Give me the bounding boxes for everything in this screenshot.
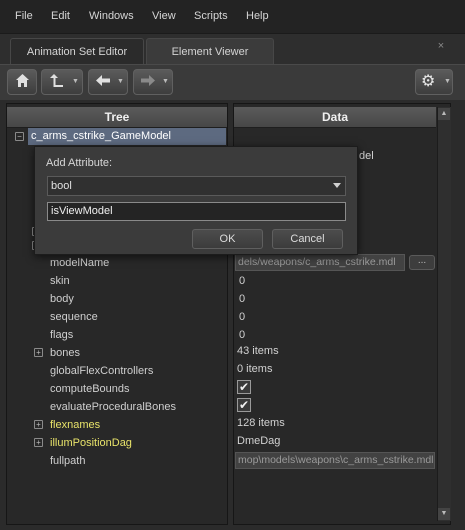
chevron-down-icon: ▼ <box>162 78 169 85</box>
cancel-button[interactable]: Cancel <box>272 229 343 249</box>
close-icon[interactable]: × <box>435 40 447 52</box>
up-button[interactable]: ▼ <box>41 69 83 95</box>
scrollbar[interactable] <box>437 107 451 521</box>
attribute-name-input[interactable]: isViewModel <box>47 202 346 221</box>
expand-icon[interactable]: + <box>34 348 43 357</box>
tree-row-modelname[interactable]: modelName <box>50 255 109 271</box>
tree-row-evaluateproceduralbones[interactable]: evaluateProceduralBones <box>50 399 176 415</box>
menu-windows[interactable]: Windows <box>89 10 134 22</box>
data-partial-value: del <box>359 150 374 162</box>
menu-bar: File Edit Windows View Scripts Help <box>0 0 465 34</box>
tree-row-body[interactable]: body <box>50 291 74 307</box>
flexnames-value: 128 items <box>237 417 285 429</box>
scroll-up-icon[interactable]: ▲ <box>438 108 450 120</box>
menu-edit[interactable]: Edit <box>51 10 70 22</box>
menu-scripts[interactable]: Scripts <box>194 10 228 22</box>
chevron-down-icon: ▼ <box>444 78 451 85</box>
dialog-title: Add Attribute: <box>46 157 113 169</box>
settings-button[interactable]: ⚙ ▼ <box>415 69 453 95</box>
menu-help[interactable]: Help <box>246 10 269 22</box>
menu-file[interactable]: File <box>15 10 33 22</box>
model-name-field[interactable]: dels/weapons/c_arms_cstrike.mdl <box>235 254 405 271</box>
compute-bounds-checkbox[interactable]: ✔ <box>237 380 251 394</box>
home-button[interactable] <box>7 69 37 95</box>
tab-animation-set-editor[interactable]: Animation Set Editor <box>10 38 144 65</box>
tab-element-viewer[interactable]: Element Viewer <box>146 38 274 65</box>
forward-arrow-icon <box>140 73 156 92</box>
tree-row-sequence[interactable]: sequence <box>50 309 98 325</box>
chevron-down-icon: ▼ <box>72 78 79 85</box>
tree-row-bones[interactable]: bones <box>50 345 80 361</box>
tree-row-skin[interactable]: skin <box>50 273 70 289</box>
tree-header[interactable]: Tree <box>7 107 227 128</box>
gear-icon: ⚙ <box>421 73 436 90</box>
tree-row-globalflexcontrollers[interactable]: globalFlexControllers <box>50 363 153 379</box>
body-value[interactable]: 0 <box>239 291 245 307</box>
illum-position-dag-value[interactable]: DmeDag <box>237 433 280 449</box>
evaluate-procedural-bones-checkbox[interactable]: ✔ <box>237 398 251 412</box>
collapse-icon[interactable]: − <box>15 132 24 141</box>
global-flex-controllers-value: 0 items <box>237 363 273 375</box>
expand-icon[interactable]: + <box>34 438 43 447</box>
tree-row-fullpath[interactable]: fullpath <box>50 453 85 469</box>
forward-button[interactable]: ▼ <box>133 69 173 95</box>
browse-button[interactable]: ... <box>409 255 435 270</box>
back-button[interactable]: ▼ <box>88 69 128 95</box>
bones-value: 43 items <box>237 345 279 357</box>
tree-root-label: c_arms_cstrike_GameModel <box>31 130 171 142</box>
data-header[interactable]: Data <box>234 107 436 128</box>
skin-value[interactable]: 0 <box>239 273 245 289</box>
tree-row-flags[interactable]: flags <box>50 327 73 343</box>
attribute-type-select[interactable]: bool <box>47 176 346 196</box>
fullpath-field[interactable]: mop\models\weapons\c_arms_cstrike.mdl <box>235 452 435 469</box>
flags-value[interactable]: 0 <box>239 327 245 343</box>
ok-button[interactable]: OK <box>192 229 263 249</box>
tree-row-computebounds[interactable]: computeBounds <box>50 381 130 397</box>
chevron-down-icon: ▼ <box>117 78 124 85</box>
scroll-down-icon[interactable]: ▼ <box>438 508 450 520</box>
home-icon <box>15 73 30 92</box>
up-arrow-icon <box>50 73 64 92</box>
sequence-value[interactable]: 0 <box>239 309 245 325</box>
back-arrow-icon <box>95 73 111 92</box>
tree-row-illumpositiondag[interactable]: illumPositionDag <box>50 435 132 451</box>
tree-row-flexnames[interactable]: flexnames <box>50 417 100 433</box>
chevron-down-icon[interactable] <box>333 183 341 188</box>
menu-view[interactable]: View <box>152 10 176 22</box>
expand-icon[interactable]: + <box>34 420 43 429</box>
